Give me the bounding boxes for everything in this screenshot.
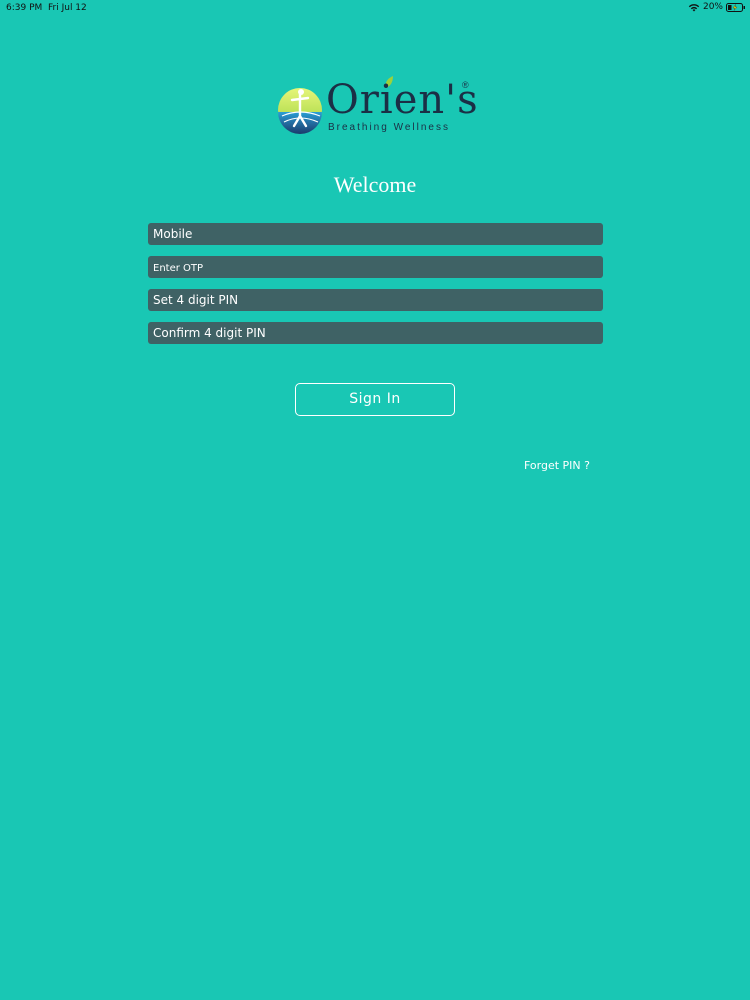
sign-in-button[interactable]: Sign In [295,383,455,416]
welcome-heading: Welcome [333,172,417,197]
logo-globe-icon [278,88,322,134]
status-bar: 6:39 PM Fri Jul 12 20% [0,0,750,16]
forget-pin-link[interactable]: Forget PIN ? [524,459,590,472]
mobile-input[interactable] [148,223,603,245]
logo-tagline: Breathing Wellness [328,122,450,133]
status-date: Fri Jul 12 [48,3,87,13]
logo-wordmark: Orien's [326,77,479,123]
wifi-icon [688,4,700,12]
set-pin-input[interactable] [148,289,603,311]
otp-input[interactable] [148,256,603,278]
battery-percent: 20% [702,2,723,12]
battery-charging-icon [726,2,745,12]
status-time: 6:39 PM [6,3,43,13]
confirm-pin-input[interactable] [148,322,603,344]
status-indicators: 20% [688,2,746,12]
orien-logo: Orien's ® Breathing Wellness [276,76,479,138]
registered-mark: ® [462,80,469,90]
login-screen: 6:39 PM Fri Jul 12 20% Orien's ® Breathi… [0,0,750,1000]
